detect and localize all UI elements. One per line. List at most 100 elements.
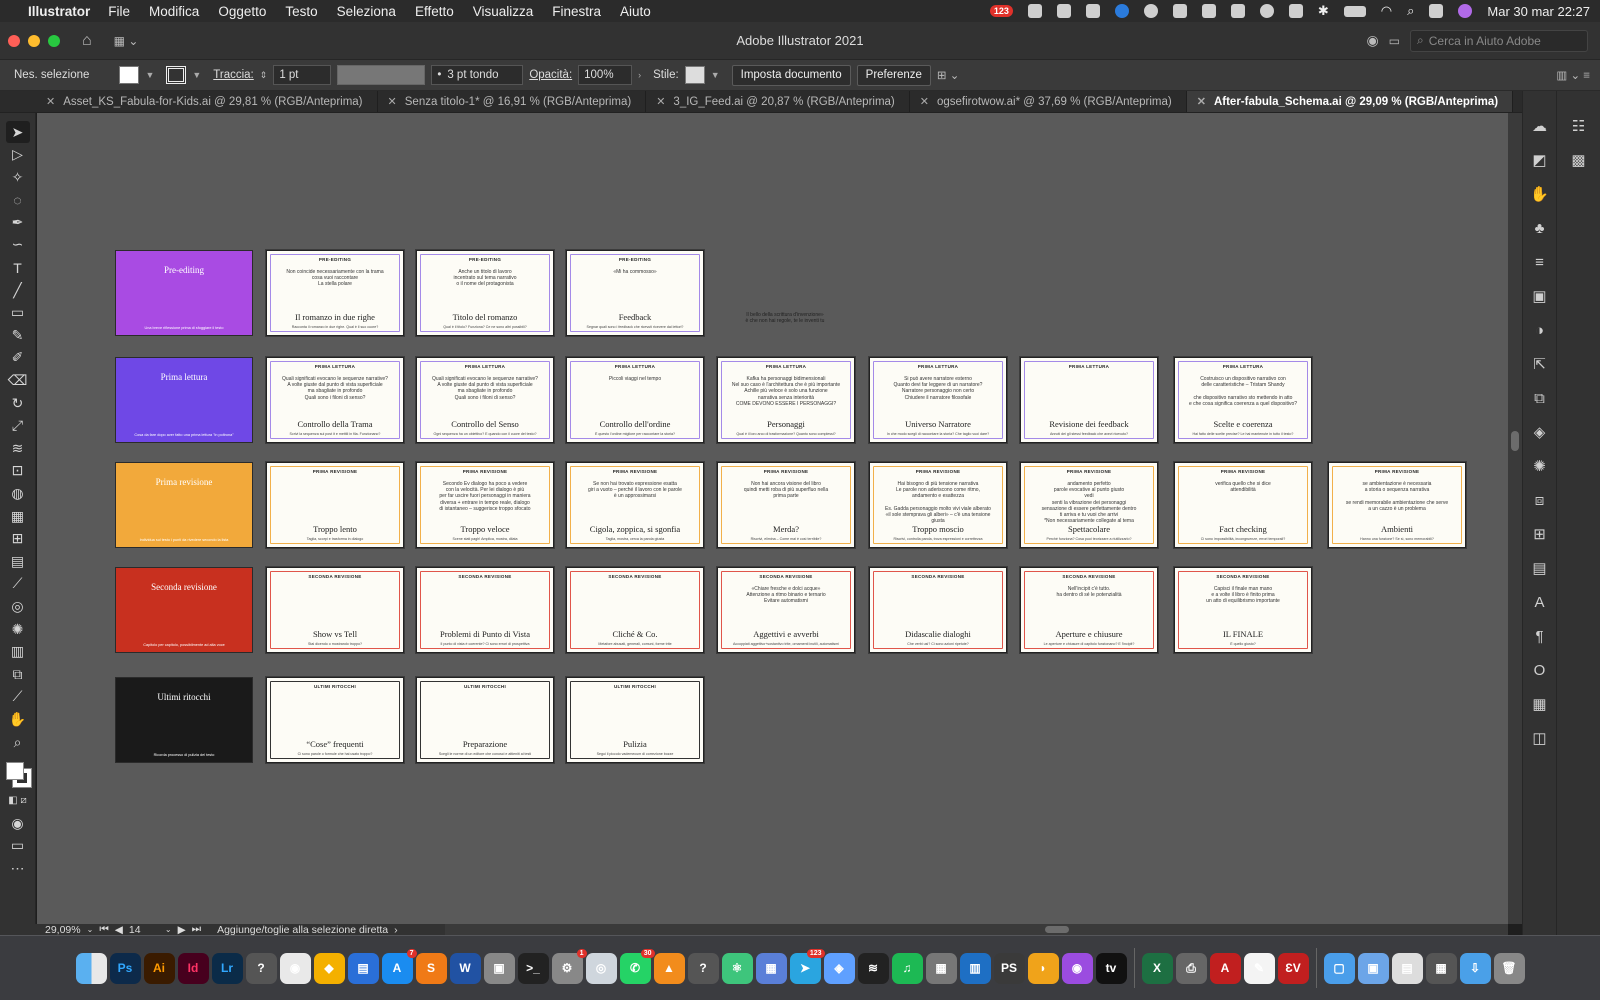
menu-aiuto[interactable]: Aiuto: [620, 4, 651, 19]
dock-app-icon[interactable]: ▦: [1425, 952, 1457, 984]
dock-app-icon[interactable]: ▦: [755, 952, 787, 984]
artboards-panel-icon[interactable]: ⧉: [1529, 387, 1551, 409]
card-artboard[interactable]: PRE-EDITING Non coincide necessariamente …: [266, 250, 404, 336]
card-artboard[interactable]: PRIMA REVISIONE se ambientazione è necess…: [1328, 462, 1466, 548]
scale-tool-icon[interactable]: ⤢: [6, 415, 30, 437]
pen-tool-icon[interactable]: ✒: [6, 211, 30, 233]
dock-app-icon[interactable]: ◉: [1061, 952, 1093, 984]
card-artboard[interactable]: SECONDA REVISIONE Cliché & Co. Metafore ab…: [566, 567, 704, 653]
menu-modifica[interactable]: Modifica: [149, 4, 199, 19]
next-artboard-icon[interactable]: ▶: [178, 924, 186, 936]
eraser-tool-icon[interactable]: ⌫: [6, 370, 30, 392]
card-artboard[interactable]: ULTIMI RITOCCHI Pulizia Segui il piccolo v…: [566, 677, 704, 763]
status-menu-icon[interactable]: ›: [394, 924, 398, 936]
workspace-switcher-icon[interactable]: ▦ ⌄: [114, 34, 139, 48]
symbol-sprayer-tool-icon[interactable]: ✺: [6, 618, 30, 640]
card-artboard[interactable]: SECONDA REVISIONE «Chiare fresche e dolci…: [717, 567, 855, 653]
dock-app-icon[interactable]: A: [1209, 952, 1241, 984]
fill-swatch[interactable]: [119, 66, 140, 84]
fill-stroke-widget[interactable]: [4, 760, 32, 790]
stroke-swatch[interactable]: [166, 66, 187, 84]
dock-app-icon[interactable]: ◈: [823, 952, 855, 984]
pathfinder-icon[interactable]: ◫: [1529, 727, 1551, 749]
chevron-down-icon[interactable]: ⌄: [87, 925, 94, 934]
dock-app-icon[interactable]: ▣: [483, 952, 515, 984]
screen-mode-icon[interactable]: ▭: [6, 835, 30, 857]
card-artboard[interactable]: PRIMA REVISIONE Non hai ancora visione de…: [717, 462, 855, 548]
battery-icon[interactable]: [1343, 5, 1366, 17]
export-icon[interactable]: ⇱: [1529, 353, 1551, 375]
color-mode-icon[interactable]: ◧ ⧄: [6, 790, 30, 812]
card-artboard[interactable]: PRIMA LETTURA Piccoli viaggi nel tempo Con…: [566, 357, 704, 443]
document-setup-button[interactable]: Imposta documento: [731, 64, 851, 86]
close-tab-icon[interactable]: ✕: [1197, 95, 1206, 108]
layers-icon[interactable]: ◈: [1529, 421, 1551, 443]
dock-app-icon[interactable]: ▢: [1323, 952, 1355, 984]
rotate-tool-icon[interactable]: ↻: [6, 392, 30, 414]
section-cover-artboard[interactable]: Seconda revisione Capitolo per capitolo, …: [115, 567, 253, 653]
align-panel-icon[interactable]: ⊞: [1529, 523, 1551, 545]
card-artboard[interactable]: ULTIMI RITOCCHI Preparazione Scegli le nor…: [416, 677, 554, 763]
type-tool-icon[interactable]: T: [6, 257, 30, 279]
dock-app-icon[interactable]: ▤: [1391, 952, 1423, 984]
display-tray-icon[interactable]: [1172, 4, 1187, 18]
artboard-number-input[interactable]: 14: [129, 924, 159, 936]
share-user-icon[interactable]: ◉: [1366, 32, 1378, 49]
selection-tool-icon[interactable]: ➤: [5, 121, 30, 143]
menu-seleziona[interactable]: Seleziona: [337, 4, 396, 19]
card-artboard[interactable]: PRIMA LETTURA Quali significati evocano l…: [416, 357, 554, 443]
curvature-tool-icon[interactable]: ∽: [6, 234, 30, 256]
horizontal-scrollbar[interactable]: [445, 924, 1508, 935]
slice-tool-icon[interactable]: ⟋: [6, 686, 30, 708]
gradient-tool-icon[interactable]: ▤: [6, 550, 30, 572]
dock-app-icon[interactable]: ♫: [891, 952, 923, 984]
draw-mode-icon[interactable]: ◉: [6, 812, 30, 834]
chevron-down-icon[interactable]: ▼: [192, 70, 201, 80]
creative-cloud-tray-icon[interactable]: [1143, 4, 1158, 18]
dock-app-icon[interactable]: W: [449, 952, 481, 984]
libraries-panel-icon[interactable]: ▩: [1568, 149, 1590, 171]
evernote-tray-icon[interactable]: [1027, 4, 1042, 18]
chevron-down-icon[interactable]: ▼: [145, 70, 154, 80]
menubar-clock[interactable]: Mar 30 mar 22:27: [1487, 4, 1590, 19]
menu-finestra[interactable]: Finestra: [552, 4, 601, 19]
menu-file[interactable]: File: [108, 4, 130, 19]
card-artboard[interactable]: PRIMA LETTURA Revisione dei feedback Annot…: [1020, 357, 1158, 443]
card-artboard[interactable]: PRE-EDITING Anche un titolo di lavoro inc…: [416, 250, 554, 336]
card-artboard[interactable]: SECONDA REVISIONE Show vs Tell Stai dicend…: [266, 567, 404, 653]
dock-app-icon[interactable]: ⇩: [1459, 952, 1491, 984]
variable-width-profile[interactable]: [337, 65, 426, 85]
artboard-tool-icon[interactable]: ⧉: [6, 663, 30, 685]
appearance-icon[interactable]: ◩: [1529, 149, 1551, 171]
dock-app-icon[interactable]: ?: [245, 952, 277, 984]
dock-app-icon[interactable]: ▣: [1357, 952, 1389, 984]
stroke-panel-icon[interactable]: ≡: [1529, 251, 1551, 273]
vertical-scrollbar[interactable]: [1508, 113, 1522, 924]
tab-document[interactable]: ✕ 3_IG_Feed.ai @ 20,87 % (RGB/Anteprima): [646, 91, 910, 112]
opentype-icon[interactable]: O: [1529, 659, 1551, 681]
more-tools-icon[interactable]: ⋯: [6, 857, 30, 879]
tab-document[interactable]: ✕ Senza titolo-1* @ 16,91 % (RGB/Anteprim…: [378, 91, 647, 112]
dock-app-icon[interactable]: ▤: [347, 952, 379, 984]
minimize-window-button[interactable]: [28, 34, 40, 47]
close-tab-icon[interactable]: ✕: [920, 95, 929, 108]
dock-app-icon[interactable]: tv: [1095, 952, 1127, 984]
menu-visualizza[interactable]: Visualizza: [473, 4, 534, 19]
free-transform-tool-icon[interactable]: ⊡: [6, 460, 30, 482]
shape-builder-tool-icon[interactable]: ◍: [6, 483, 30, 505]
dock-app-icon[interactable]: ▲: [653, 952, 685, 984]
card-artboard[interactable]: PRIMA REVISIONE Hai bisogno di più tensio…: [869, 462, 1007, 548]
dock-app-icon[interactable]: X: [1141, 952, 1173, 984]
dock-app-icon[interactable]: >_: [517, 952, 549, 984]
card-artboard[interactable]: PRIMA REVISIONE andamento perfetto parole…: [1020, 462, 1158, 548]
libraries-icon[interactable]: ☁: [1529, 115, 1551, 137]
align-icon[interactable]: ⊞ ⌄: [937, 68, 959, 82]
scroll-thumb[interactable]: [1511, 431, 1519, 451]
dock-app-icon[interactable]: Ai: [143, 952, 175, 984]
eyedropper-tool-icon[interactable]: ⟋: [6, 573, 30, 595]
help-search-input[interactable]: ⌕ Cerca in Aiuto Adobe: [1410, 29, 1588, 52]
card-artboard[interactable]: PRIMA LETTURA Si può avere narratore este…: [869, 357, 1007, 443]
zoom-window-button[interactable]: [48, 34, 60, 47]
dock-app-icon[interactable]: ◉: [279, 952, 311, 984]
chevron-down-icon[interactable]: ▼: [711, 70, 720, 80]
